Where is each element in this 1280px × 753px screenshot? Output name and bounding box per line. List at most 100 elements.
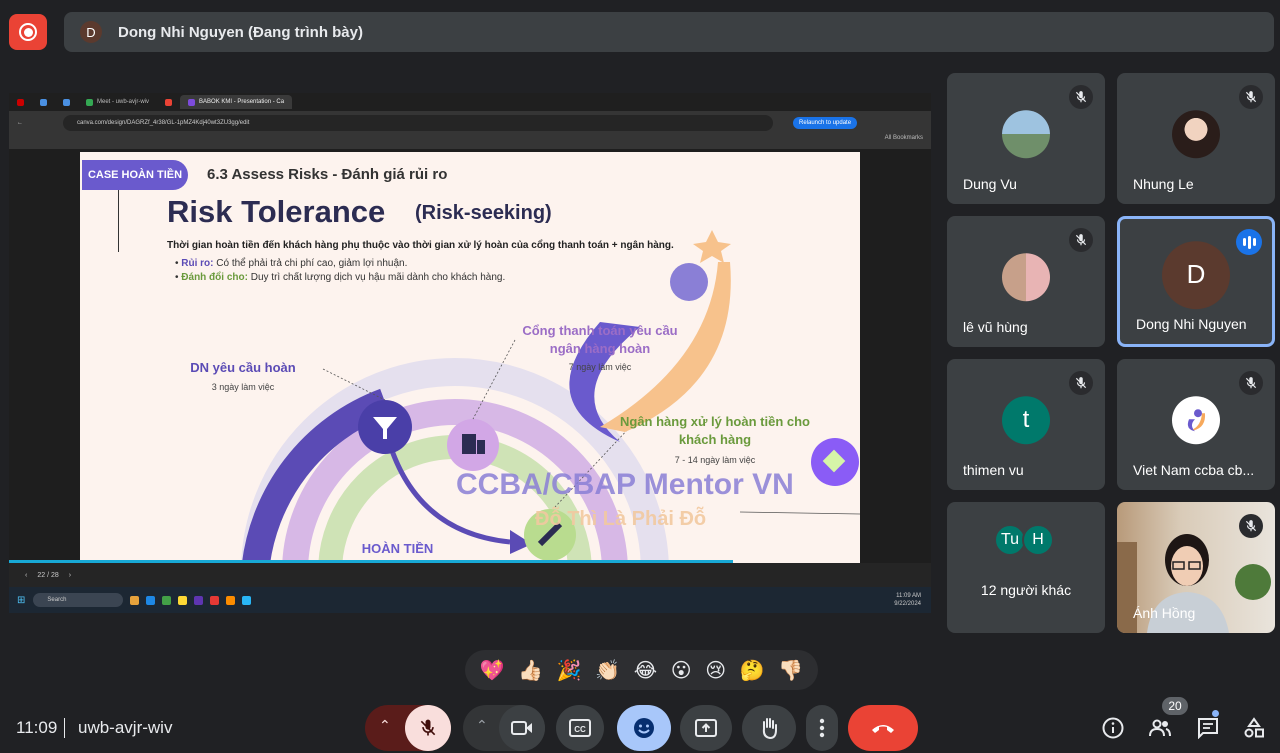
bullet-risk: • Rủi ro: Có thể phải trả chi phí cao, g… xyxy=(175,258,408,269)
party-reaction[interactable]: 🎉 xyxy=(557,658,582,683)
chat-button[interactable] xyxy=(1190,710,1226,746)
captions-button[interactable]: CC xyxy=(556,705,604,751)
watermark-text: CCBA/CBAP Mentor VN xyxy=(456,468,794,501)
step2-time: 7 ngày làm việc xyxy=(568,362,632,372)
taskbar-app-icon[interactable] xyxy=(146,595,156,605)
taskbar-clock: 11:09 AM 9/22/2024 xyxy=(894,593,921,607)
slide-bullets: • Rủi ro: Có thể phải trả chi phí cao, g… xyxy=(175,258,505,286)
avatar xyxy=(1002,109,1050,158)
taskbar-app-icon[interactable] xyxy=(178,595,188,605)
section-title: 6.3 Assess Risks - Đánh giá rủi ro xyxy=(207,166,448,183)
mic-off-icon xyxy=(1239,371,1263,395)
taskbar-search[interactable]: Search xyxy=(33,593,124,607)
slide-title: Risk Tolerance xyxy=(167,194,386,229)
camera-control-group: ⌃ xyxy=(463,705,545,751)
others-label: 12 người khác xyxy=(980,582,1072,598)
raise-hand-button[interactable] xyxy=(742,705,796,751)
present-button[interactable] xyxy=(680,705,732,751)
shared-screen: Meet - uwb-avjr-wiv BABOK KMI - Presenta… xyxy=(9,93,931,613)
sad-reaction[interactable]: 😢 xyxy=(705,658,726,683)
presentation-slide: CASE HOÀN TIỀN 6.3 Assess Risks - Đánh g… xyxy=(80,152,860,564)
surprised-reaction[interactable]: 😮 xyxy=(671,658,692,683)
participant-name: Nhung Le xyxy=(1133,176,1194,192)
relaunch-button[interactable]: Relaunch to update xyxy=(793,117,858,129)
people-icon xyxy=(1149,719,1171,737)
prev-slide-icon[interactable]: ‹ xyxy=(25,572,27,579)
participant-tile-thimen-vu[interactable]: t thimen vu xyxy=(947,359,1105,490)
step3-title: Ngân hàng xử lý hoàn tiền cho khách hàng xyxy=(620,414,810,447)
participant-tile-others[interactable]: Tu H 12 người khác xyxy=(947,502,1105,633)
windows-start-icon[interactable]: ⊞ xyxy=(17,595,25,606)
heart-reaction[interactable]: 💖 xyxy=(480,658,505,683)
address-bar[interactable]: canva.com/design/DAGRZf_4r38/GL-1pMZ4Kdj… xyxy=(63,115,773,131)
participant-tile-anh-hong[interactable]: Ánh Hồng xyxy=(1117,502,1275,633)
end-call-button[interactable] xyxy=(848,705,918,751)
more-vert-icon xyxy=(819,718,825,738)
thinking-reaction[interactable]: 🤔 xyxy=(740,658,765,683)
present-screen-icon xyxy=(695,719,717,737)
browser-tab[interactable] xyxy=(157,95,180,109)
browser-tab-meet[interactable]: Meet - uwb-avjr-wiv xyxy=(78,95,157,109)
participant-tile-dong-nhi-nguyen[interactable]: D Dong Nhi Nguyen xyxy=(1117,216,1275,347)
laugh-reaction[interactable]: 😂 xyxy=(634,658,657,683)
meeting-code: uwb-avjr-wiv xyxy=(78,718,173,737)
divider xyxy=(64,718,65,738)
more-options-button[interactable] xyxy=(806,705,838,751)
chat-icon xyxy=(1198,718,1218,739)
participant-name: Dong Nhi Nguyen xyxy=(1136,316,1247,332)
mic-off-icon xyxy=(1069,85,1093,109)
meeting-info-button[interactable] xyxy=(1095,710,1131,746)
mic-options-chevron-icon[interactable]: ⌃ xyxy=(379,717,391,734)
browser-tab[interactable] xyxy=(9,95,32,109)
video-camera-icon xyxy=(511,721,532,735)
slide-subtitle: (Risk-seeking) xyxy=(415,202,552,224)
divider xyxy=(118,190,119,252)
participant-tile-le-vu-hung[interactable]: lê vũ hùng xyxy=(947,216,1105,347)
info-icon xyxy=(1102,717,1124,739)
back-icon[interactable]: ← xyxy=(17,120,23,126)
browser-toolbar: ← canva.com/design/DAGRZf_4r38/GL-1pMZ4K… xyxy=(9,111,931,135)
meet-window: D Dong Nhi Nguyen (Đang trình bày) Meet … xyxy=(0,0,1280,753)
taskbar-app-icon[interactable] xyxy=(242,595,252,605)
presenter-bar[interactable]: D Dong Nhi Nguyen (Đang trình bày) xyxy=(64,12,1274,52)
bookmarks-bar[interactable]: All Bookmarks xyxy=(9,135,931,149)
watermark-slogan: Đỗ Thì Là Phải Đỗ xyxy=(535,508,707,530)
browser-tab-canva[interactable]: BABOK KMI - Presentation - Ca xyxy=(180,95,293,109)
recording-button[interactable] xyxy=(9,14,47,50)
taskbar-app-icon[interactable] xyxy=(194,595,204,605)
meeting-clock: 11:09 xyxy=(16,718,58,737)
taskbar-app-icon[interactable] xyxy=(130,595,140,605)
participant-name: Dung Vu xyxy=(963,176,1017,192)
emoji-icon xyxy=(634,718,654,738)
browser-tab-strip: Meet - uwb-avjr-wiv BABOK KMI - Presenta… xyxy=(9,93,931,111)
avatar xyxy=(1172,109,1220,158)
camera-toggle-button[interactable] xyxy=(499,705,545,751)
taskbar-app-icon[interactable] xyxy=(226,595,236,605)
next-slide-icon[interactable]: › xyxy=(69,572,71,579)
participant-name: thimen vu xyxy=(963,462,1024,478)
thumbs-down-reaction[interactable]: 👎🏻 xyxy=(778,658,803,683)
step2-title: Cổng thanh toán yêu cầu ngân hàng hoàn xyxy=(522,323,678,356)
mic-control-group: ⌃ xyxy=(365,705,451,751)
avatar: t xyxy=(1002,395,1050,444)
participant-tile-viet-nam-ccba[interactable]: Viet Nam ccba cb... xyxy=(1117,359,1275,490)
browser-tab[interactable] xyxy=(55,95,78,109)
speaking-icon xyxy=(1236,229,1262,255)
avatar: H xyxy=(1022,524,1054,556)
emoji-reaction-button[interactable] xyxy=(617,705,671,751)
activities-button[interactable] xyxy=(1236,710,1272,746)
thumbs-up-reaction[interactable]: 👍🏻 xyxy=(518,658,543,683)
case-badge: CASE HOÀN TIỀN xyxy=(82,160,188,190)
people-button[interactable] xyxy=(1142,710,1178,746)
participant-tile-dung-vu[interactable]: Dung Vu xyxy=(947,73,1105,204)
clap-reaction[interactable]: 👏🏻 xyxy=(595,658,620,683)
taskbar-app-icon[interactable] xyxy=(162,595,172,605)
taskbar-app-icon[interactable] xyxy=(210,595,220,605)
step1-time: 3 ngày làm việc xyxy=(211,382,275,392)
mic-toggle-button[interactable] xyxy=(405,705,451,751)
participant-name: Ánh Hồng xyxy=(1133,605,1196,621)
camera-options-chevron-icon[interactable]: ⌃ xyxy=(476,717,488,734)
browser-tab[interactable] xyxy=(32,95,55,109)
participant-name: Viet Nam ccba cb... xyxy=(1133,462,1255,478)
participant-tile-nhung-le[interactable]: Nhung Le xyxy=(1117,73,1275,204)
